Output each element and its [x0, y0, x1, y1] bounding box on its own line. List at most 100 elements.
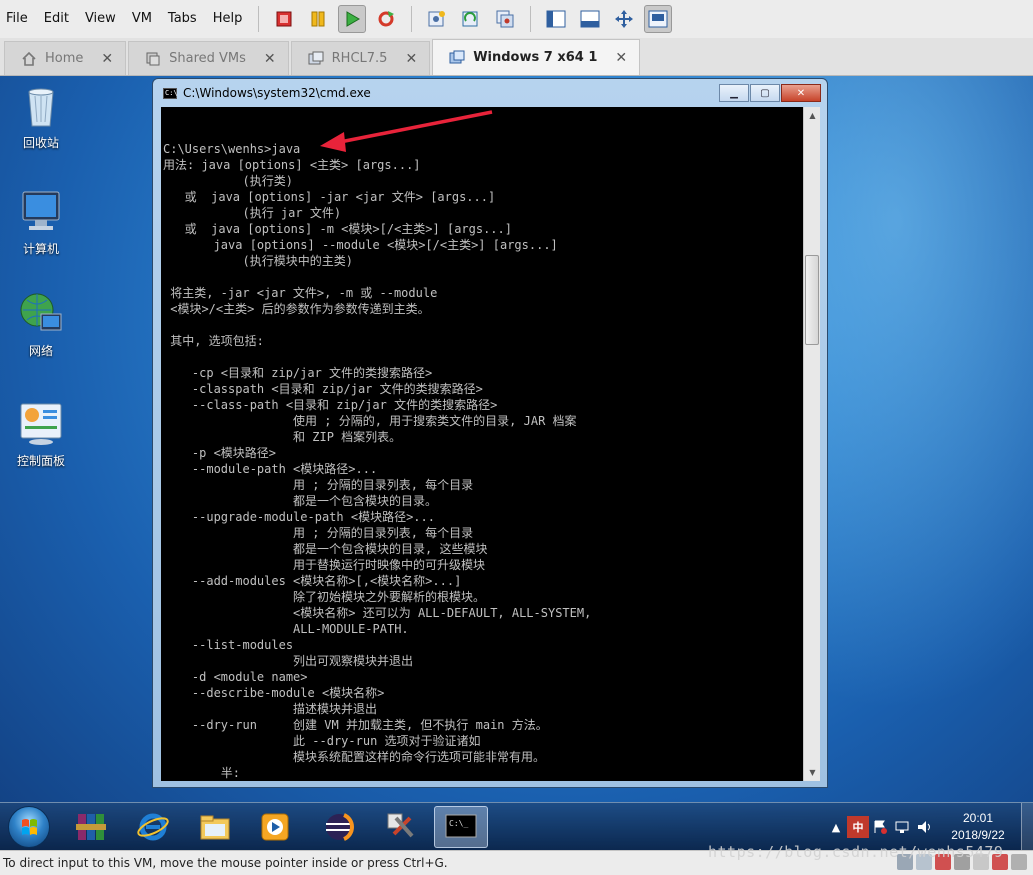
cmd-icon[interactable]: C:\_ [434, 806, 488, 848]
unity-icon[interactable] [644, 5, 673, 33]
tools-icon[interactable] [374, 806, 428, 848]
reset-icon[interactable] [372, 5, 400, 33]
console-line: 描述模块并退出 [163, 702, 378, 716]
home-icon [21, 51, 37, 67]
file-explorer-icon[interactable] [188, 806, 242, 848]
show-hidden-icons-icon[interactable]: ▲ [825, 816, 847, 838]
power-off-icon[interactable] [270, 5, 298, 33]
window-controls: ▁ ▢ ✕ [719, 84, 821, 102]
console-line: (执行模块中的主类) [163, 254, 353, 268]
menu-help[interactable]: Help [205, 0, 251, 38]
action-center-icon[interactable] [869, 816, 891, 838]
scroll-down-icon[interactable]: ▼ [804, 764, 821, 781]
cmd-scrollbar[interactable]: ▲ ▼ [803, 107, 820, 781]
tab-label: Windows 7 x64 1 [473, 50, 598, 65]
menu-tabs[interactable]: Tabs [160, 0, 205, 38]
console-line: java [options] --module <模块>[/<主类>] [arg… [163, 238, 558, 252]
winrar-icon[interactable] [64, 806, 118, 848]
scroll-up-icon[interactable]: ▲ [804, 107, 821, 124]
suspend-icon[interactable] [304, 5, 332, 33]
minimize-button[interactable]: ▁ [719, 84, 749, 102]
console-line: --class-path <目录和 zip/jar 文件的类搜索路径> [163, 398, 498, 412]
cmd-window-title: C:\Windows\system32\cmd.exe [183, 86, 371, 100]
clock-date: 2018/9/22 [951, 828, 1005, 842]
computer-icon [17, 188, 65, 236]
console-line: <模块>/<主类> 后的参数作为参数传递到主类。 [163, 302, 430, 316]
eclipse-icon[interactable] [312, 806, 366, 848]
tab-label: RHCL7.5 [331, 51, 388, 66]
menu-vm[interactable]: VM [124, 0, 160, 38]
tab-shared-vms[interactable]: Shared VMs ✕ [128, 41, 289, 75]
maximize-button[interactable]: ▢ [750, 84, 780, 102]
cmd-console[interactable]: C:\Users\wenhs>java 用法: java [options] <主… [161, 107, 803, 781]
console-line: --upgrade-module-path <模块路径>... [163, 510, 435, 524]
vm-icon [308, 51, 324, 67]
console-line: -cp <目录和 zip/jar 文件的类搜索路径> [163, 366, 433, 380]
tab-rhcl75[interactable]: RHCL7.5 ✕ [290, 41, 431, 75]
console-line: <模块名称> 还可以为 ALL-DEFAULT, ALL-SYSTEM, [163, 606, 592, 620]
start-button[interactable] [8, 806, 50, 848]
console-view-icon[interactable] [576, 5, 604, 33]
console-line: 用于替换运行时映像中的可升级模块 [163, 558, 486, 572]
toolbar-separator [258, 6, 260, 32]
console-line: --module-path <模块路径>... [163, 462, 378, 476]
watermark: https://blog.csdn.net/wenhs5479 [708, 843, 1004, 861]
power-on-icon[interactable] [338, 5, 367, 33]
console-line: 模块系统配置这样的命令行选项可能非常有用。 [163, 750, 546, 764]
console-line: 或 java [options] -m <模块>[/<主类>] [args...… [163, 222, 512, 236]
menu-edit[interactable]: Edit [36, 0, 77, 38]
close-icon[interactable]: ✕ [615, 50, 627, 66]
console-line: 用法: java [options] <主类> [args...] [163, 158, 421, 172]
close-button[interactable]: ✕ [781, 84, 821, 102]
desktop-icon-recycle-bin[interactable]: 回收站 [1, 82, 81, 151]
tab-label: Home [45, 51, 84, 66]
media-player-icon[interactable] [248, 806, 302, 848]
menu-file[interactable]: File [0, 0, 36, 38]
menu-view[interactable]: View [77, 0, 124, 38]
close-icon[interactable]: ✕ [264, 51, 276, 67]
console-line: 或 java [options] -jar <jar 文件> [args...] [163, 190, 496, 204]
console-line: --add-modules <模块名称>[,<模块名称>...] [163, 574, 462, 588]
console-line: 列出可观察模块并退出 [163, 654, 414, 668]
tab-windows-7-x64-1[interactable]: Windows 7 x64 1 ✕ [432, 39, 641, 75]
console-line: -classpath <目录和 zip/jar 文件的类搜索路径> [163, 382, 483, 396]
clock-time: 20:01 [962, 811, 994, 825]
internet-explorer-icon[interactable] [126, 806, 180, 848]
desktop-icon-label: 回收站 [22, 136, 59, 150]
shared-vms-icon [145, 51, 161, 67]
close-icon[interactable]: ✕ [405, 51, 417, 67]
console-line: ALL-MODULE-PATH. [163, 622, 409, 636]
system-clock[interactable]: 20:01 2018/9/22 [935, 810, 1021, 844]
console-line: 用 ; 分隔的目录列表, 每个目录 [163, 478, 474, 492]
scroll-thumb[interactable] [805, 255, 819, 345]
view-toolbar [539, 5, 675, 33]
power-toolbar [267, 5, 403, 33]
snapshot-icon[interactable] [423, 5, 451, 33]
close-icon[interactable]: ✕ [101, 51, 113, 67]
snapshot-manager-icon[interactable] [491, 5, 519, 33]
desktop-icon-network[interactable]: 网络 [1, 290, 81, 359]
network-status-icon[interactable] [891, 816, 913, 838]
console-line: -p <模块路径> [163, 446, 277, 460]
revert-snapshot-icon[interactable] [457, 5, 485, 33]
console-line: 其中, 选项包括: [163, 334, 264, 348]
ime-indicator[interactable]: 中 [847, 816, 869, 838]
toolbar-separator [411, 6, 413, 32]
console-line: (执行 jar 文件) [163, 206, 342, 220]
desktop-icon-computer[interactable]: 计算机 [1, 188, 81, 257]
cmd-window[interactable]: C:\ C:\Windows\system32\cmd.exe ▁ ▢ ✕ C:… [152, 78, 828, 788]
fullscreen-icon[interactable] [610, 5, 638, 33]
tab-home[interactable]: Home ✕ [4, 41, 127, 75]
volume-icon[interactable] [913, 816, 935, 838]
vm-display[interactable]: 回收站 计算机 网络 控制面板 C:\ C:\Windows\system32\… [0, 76, 1033, 850]
console-line: 将主类, -jar <jar 文件>, -m 或 --module [163, 286, 438, 300]
sidebar-icon[interactable] [542, 5, 570, 33]
console-line: (执行类) [163, 174, 293, 188]
show-desktop-button[interactable] [1021, 803, 1033, 850]
desktop-icon-control-panel[interactable]: 控制面板 [1, 400, 81, 469]
console-output: C:\Users\wenhs>java 用法: java [options] <主… [163, 141, 783, 781]
display-icon[interactable] [1011, 854, 1027, 870]
